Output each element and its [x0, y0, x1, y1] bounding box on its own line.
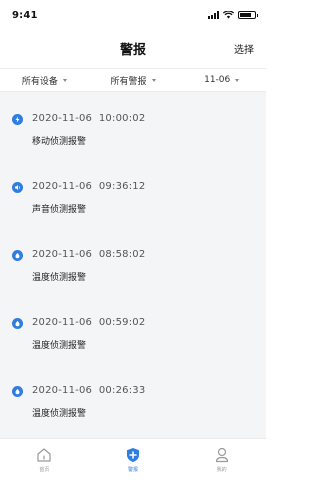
tab-profile[interactable]: 我的 — [177, 439, 266, 480]
tab-bar: 首页 警报 我的 — [0, 438, 266, 480]
shield-plus-icon — [127, 448, 139, 462]
alarm-timestamp: 2020-11-06 10:00:02 — [32, 113, 146, 124]
chevron-down-icon — [235, 78, 240, 82]
cellular-signal-icon — [208, 11, 219, 19]
tab-alarm-label: 警报 — [128, 467, 139, 473]
date-filter-dropdown[interactable]: 11-06 — [177, 69, 266, 91]
battery-icon — [238, 11, 258, 19]
chevron-down-icon — [62, 78, 67, 82]
temperature-alarm-icon — [12, 318, 23, 329]
alarm-type-filter-dropdown[interactable]: 所有警报 — [89, 69, 178, 91]
status-icons — [208, 11, 258, 19]
temperature-alarm-icon — [12, 386, 23, 397]
alarm-title: 声音侦测报警 — [32, 205, 87, 215]
user-icon — [215, 447, 228, 463]
tab-alarm[interactable]: 警报 — [89, 439, 178, 480]
alarm-screen: 9:41 警报 选择 所有设备 所有警报 11-06 2020-11-06 10… — [0, 0, 266, 480]
alarm-list-item[interactable]: 2020-11-06 08:58:02 温度侦测报警 — [0, 240, 266, 308]
navigation-bar: 警报 选择 — [0, 24, 266, 68]
alarm-title: 温度侦测报警 — [32, 409, 87, 419]
device-filter-dropdown[interactable]: 所有设备 — [0, 69, 89, 91]
alarm-list-item[interactable]: 2020-11-06 00:59:02 温度侦测报警 — [0, 308, 266, 376]
alarm-title: 温度侦测报警 — [32, 273, 87, 283]
home-icon — [37, 448, 51, 462]
select-button[interactable]: 选择 — [234, 41, 254, 56]
motion-alarm-icon — [12, 114, 23, 125]
alarm-timestamp: 2020-11-06 09:36:12 — [32, 181, 146, 192]
status-bar: 9:41 — [0, 0, 266, 24]
status-time: 9:41 — [12, 10, 38, 21]
alarm-type-filter-label: 所有警报 — [110, 76, 147, 87]
page-title: 警报 — [119, 43, 146, 58]
temperature-alarm-icon — [12, 250, 23, 261]
alarm-list-item[interactable]: 2020-11-06 09:36:12 声音侦测报警 — [0, 172, 266, 240]
alarm-timestamp: 2020-11-06 00:26:33 — [32, 385, 146, 396]
tab-home-label: 首页 — [39, 467, 50, 473]
filter-bar: 所有设备 所有警报 11-06 — [0, 68, 266, 92]
chevron-down-icon — [151, 78, 156, 82]
alarm-list-item[interactable]: 2020-11-06 00:26:33 温度侦测报警 — [0, 376, 266, 444]
alarm-timestamp: 2020-11-06 08:58:02 — [32, 249, 146, 260]
alarm-title: 温度侦测报警 — [32, 341, 87, 351]
wifi-icon — [223, 11, 234, 19]
device-filter-label: 所有设备 — [21, 76, 58, 87]
alarm-timestamp: 2020-11-06 00:59:02 — [32, 317, 146, 328]
alarm-list-item[interactable]: 2020-11-06 10:00:02 移动侦测报警 — [0, 104, 266, 172]
date-filter-label: 11-06 — [204, 75, 231, 85]
alarm-list: 2020-11-06 10:00:02 移动侦测报警 2020-11-06 09… — [0, 104, 266, 444]
sound-alarm-icon — [12, 182, 23, 193]
alarm-title: 移动侦测报警 — [32, 137, 87, 147]
tab-profile-label: 我的 — [216, 467, 227, 473]
tab-home[interactable]: 首页 — [0, 439, 89, 480]
